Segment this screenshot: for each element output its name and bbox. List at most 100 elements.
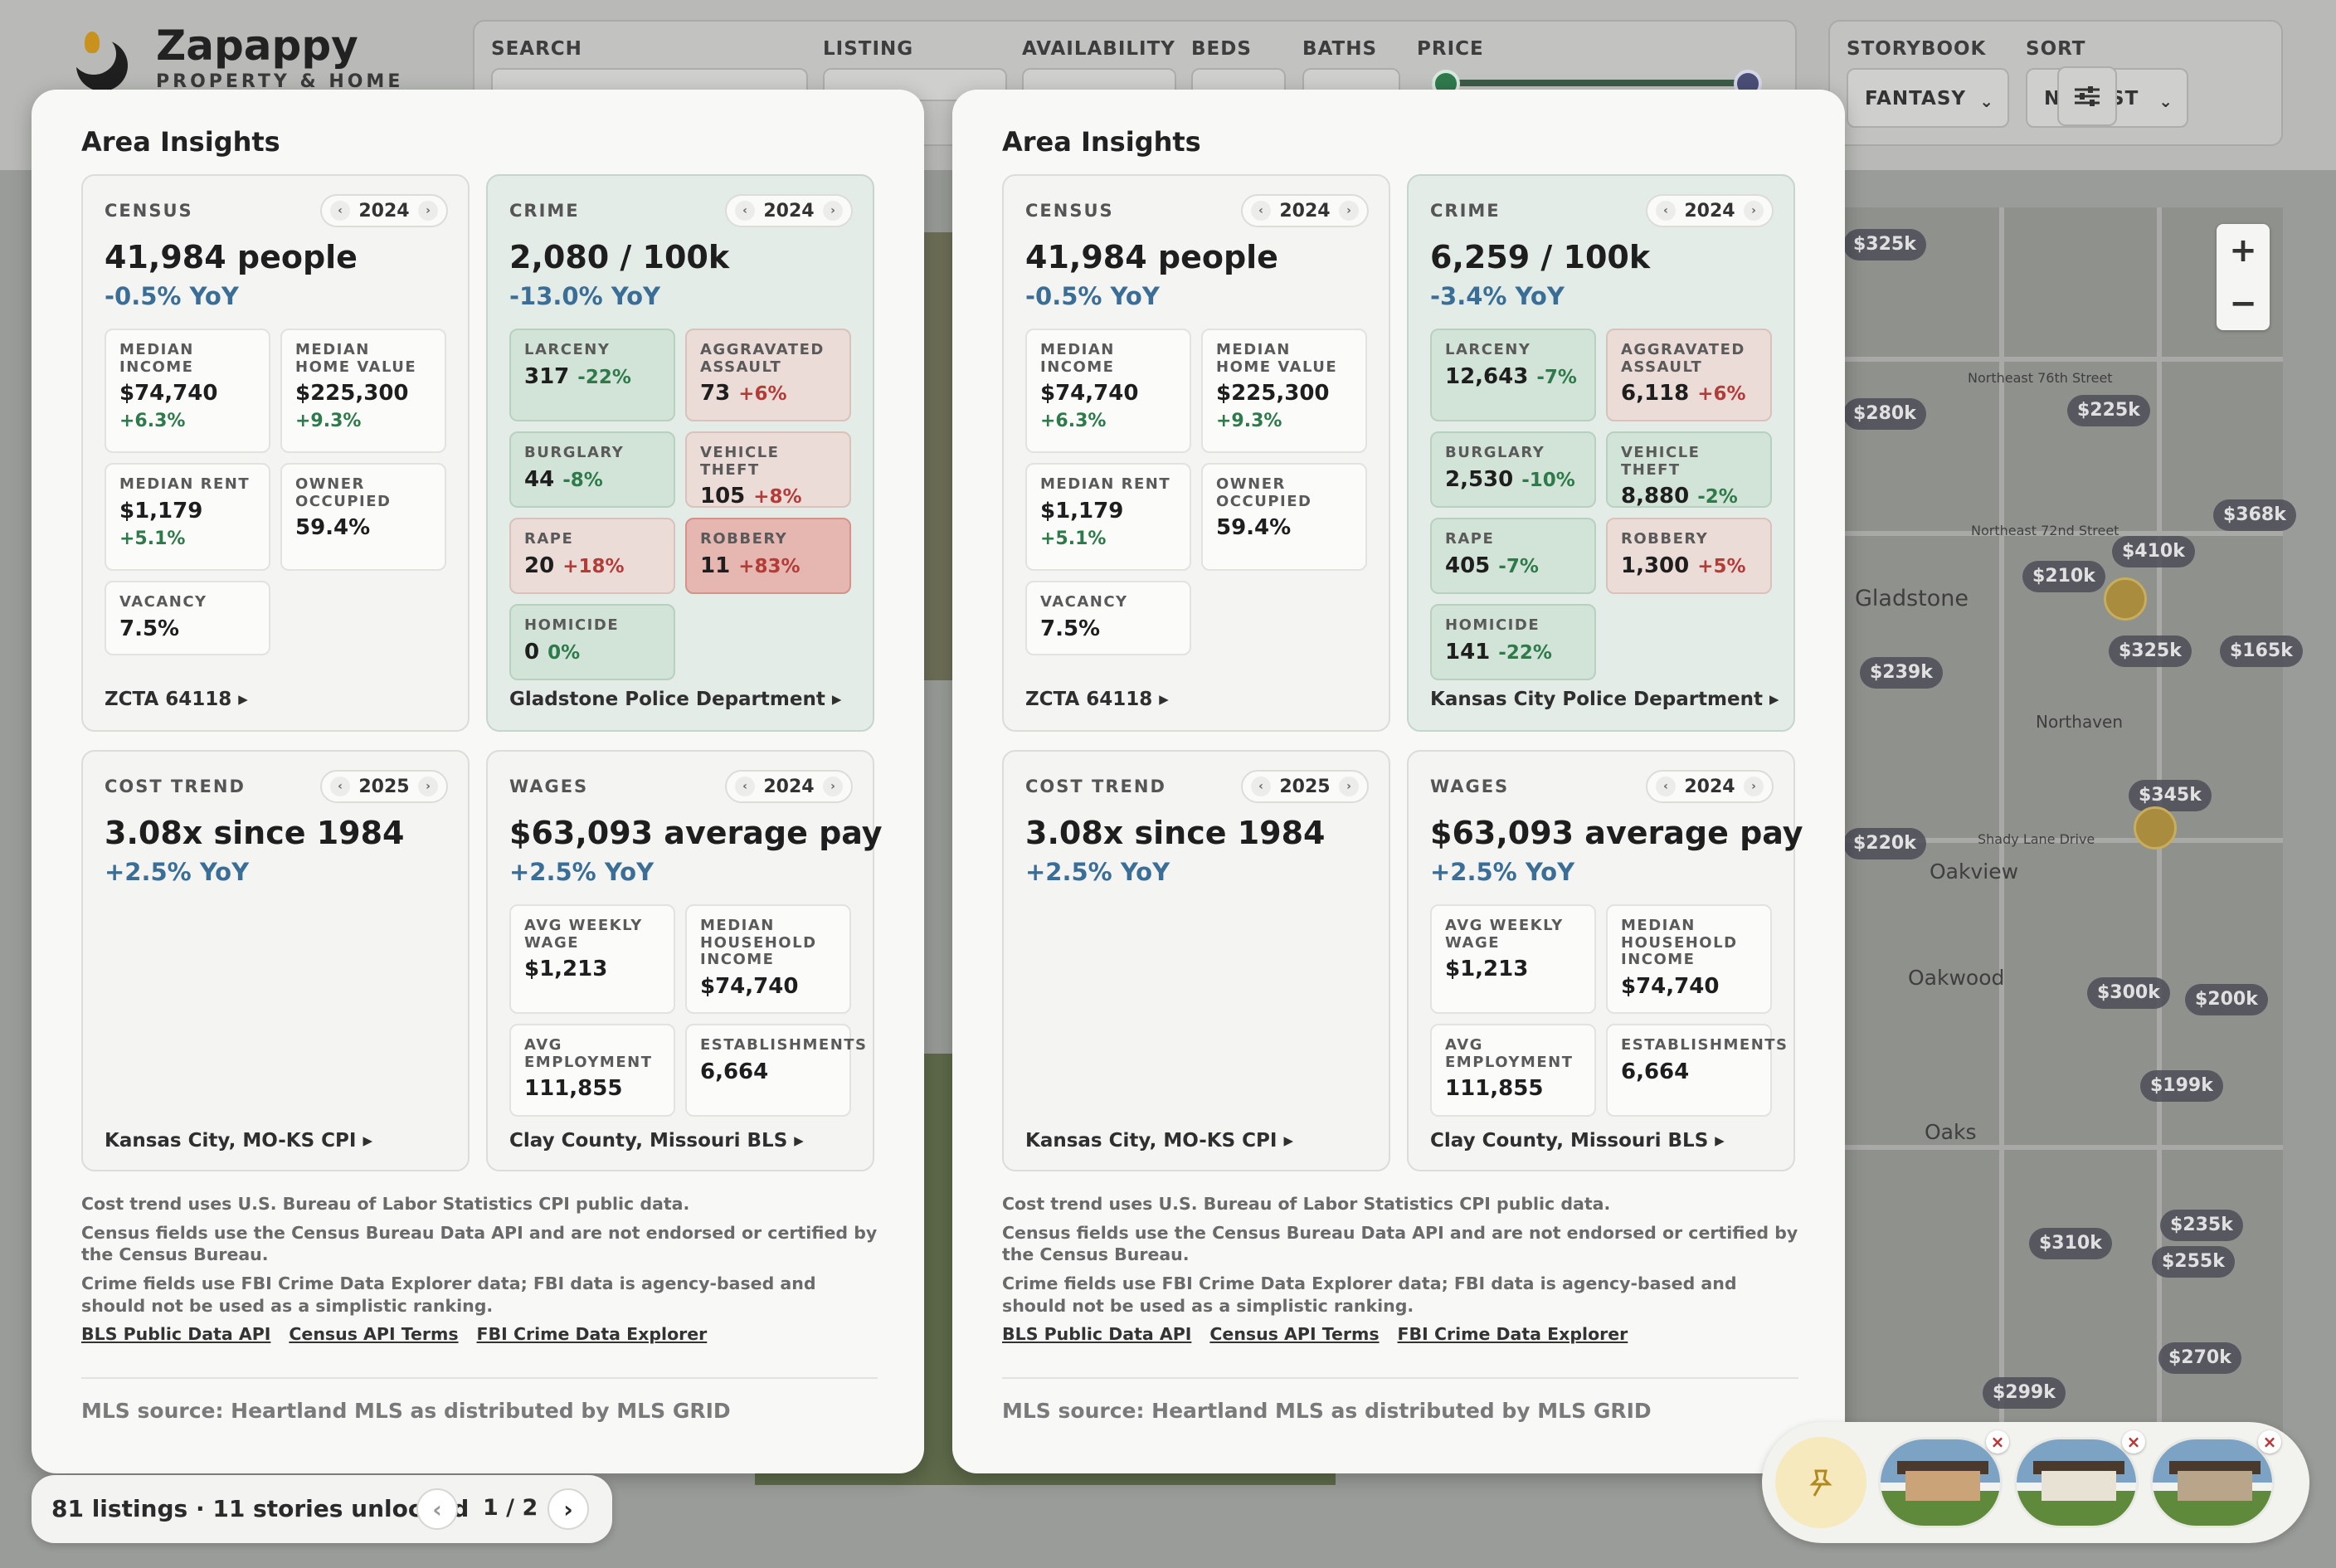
chevron-left-icon[interactable]: ‹ bbox=[1656, 777, 1676, 796]
tile-label: AGGRAVATED ASSAULT bbox=[700, 341, 825, 376]
crime-tile: LARCENY 317 -22% bbox=[509, 329, 675, 421]
map-price-marker[interactable]: $199k bbox=[2140, 1070, 2223, 1102]
census-source-link[interactable]: ZCTA 64118 ▸ bbox=[1025, 689, 1169, 710]
data-links: BLS Public Data API Census API Terms FBI… bbox=[1002, 1324, 1628, 1344]
tile-value-number: 0 bbox=[524, 639, 540, 665]
year-selector[interactable]: ‹ 2024 › bbox=[725, 770, 853, 803]
bls-link[interactable]: BLS Public Data API bbox=[81, 1324, 270, 1344]
close-icon[interactable]: × bbox=[2122, 1430, 2145, 1454]
chevron-right-icon[interactable]: › bbox=[1338, 777, 1359, 796]
map-pin-icon[interactable] bbox=[2104, 577, 2147, 621]
crime-headline: 2,080 / 100k bbox=[509, 239, 730, 275]
cost-trend-source-link[interactable]: Kansas City, MO-KS CPI ▸ bbox=[1025, 1130, 1293, 1152]
tile-value: 12,643 -7% bbox=[1445, 364, 1581, 389]
chevron-right-icon[interactable]: › bbox=[1338, 201, 1359, 221]
crime-source-link[interactable]: Kansas City Police Department ▸ bbox=[1430, 689, 1779, 710]
year-selector[interactable]: ‹ 2024 › bbox=[1241, 194, 1369, 227]
map-price-marker[interactable]: $345k bbox=[2129, 780, 2212, 811]
map-price-marker[interactable]: $299k bbox=[1983, 1377, 2066, 1409]
map-price-marker[interactable]: $165k bbox=[2220, 635, 2303, 667]
map-price-marker[interactable]: $255k bbox=[2152, 1246, 2235, 1278]
year-value: 2025 bbox=[1279, 776, 1331, 797]
chevron-left-icon[interactable]: ‹ bbox=[735, 201, 755, 221]
zoom-out-icon[interactable]: − bbox=[2217, 277, 2270, 330]
storybook-select[interactable]: FANTASY ⌄ bbox=[1847, 68, 2009, 128]
map-price-marker[interactable]: $310k bbox=[2029, 1228, 2112, 1259]
map-price-marker[interactable]: $200k bbox=[2185, 984, 2268, 1015]
close-icon[interactable]: × bbox=[2258, 1430, 2281, 1454]
cost-trend-source-link[interactable]: Kansas City, MO-KS CPI ▸ bbox=[105, 1130, 372, 1152]
price-slider[interactable] bbox=[1432, 80, 1750, 86]
chevron-right-icon[interactable]: › bbox=[822, 201, 843, 221]
chevron-right-icon[interactable]: › bbox=[1743, 201, 1764, 221]
chevron-left-icon[interactable]: ‹ bbox=[330, 777, 350, 796]
map-price-marker[interactable]: $280k bbox=[1843, 398, 1926, 430]
zoom-in-icon[interactable]: + bbox=[2217, 224, 2270, 277]
map-price-marker[interactable]: $239k bbox=[1860, 657, 1943, 689]
pin-button[interactable] bbox=[1775, 1437, 1866, 1528]
chevron-left-icon[interactable]: ‹ bbox=[1656, 201, 1676, 221]
tile-change: +5.1% bbox=[1040, 528, 1107, 549]
census-tile: MEDIAN INCOME $74,740 +6.3% bbox=[105, 329, 270, 453]
census-yoy: -0.5% YoY bbox=[105, 282, 239, 310]
tile-value: $225,300 bbox=[1216, 381, 1330, 407]
bls-link[interactable]: BLS Public Data API bbox=[1002, 1324, 1191, 1344]
saved-homes-tray: × × × bbox=[1762, 1422, 2309, 1543]
tile-value-number: 73 bbox=[700, 381, 731, 407]
map-price-marker[interactable]: $220k bbox=[1843, 828, 1926, 859]
crime-source-link[interactable]: Gladstone Police Department ▸ bbox=[509, 689, 841, 710]
map-price-marker[interactable]: $325k bbox=[2109, 635, 2192, 667]
year-selector[interactable]: ‹ 2024 › bbox=[320, 194, 448, 227]
wages-source-link[interactable]: Clay County, Missouri BLS ▸ bbox=[1430, 1130, 1725, 1152]
map-price-marker[interactable]: $270k bbox=[2158, 1342, 2241, 1374]
saved-home-thumbnail[interactable] bbox=[1878, 1437, 2003, 1528]
year-selector[interactable]: ‹ 2024 › bbox=[1646, 770, 1774, 803]
saved-home-thumbnail[interactable] bbox=[2150, 1437, 2275, 1528]
year-selector[interactable]: ‹ 2025 › bbox=[1241, 770, 1369, 803]
wages-yoy: +2.5% YoY bbox=[509, 858, 655, 886]
map-price-marker[interactable]: $368k bbox=[2213, 499, 2296, 531]
tile-value: 59.4% bbox=[1216, 515, 1292, 541]
chevron-right-icon[interactable]: › bbox=[1743, 777, 1764, 796]
app-logo[interactable]: Zapappy PROPERTY & HOME bbox=[71, 25, 403, 92]
chevron-left-icon[interactable]: ‹ bbox=[1251, 201, 1271, 221]
tile-value: 20 +18% bbox=[524, 553, 660, 578]
map-price-marker[interactable]: $225k bbox=[2067, 395, 2150, 426]
year-selector[interactable]: ‹ 2024 › bbox=[1646, 194, 1774, 227]
tile-label: AGGRAVATED ASSAULT bbox=[1621, 341, 1745, 376]
tile-value-number: 12,643 bbox=[1445, 363, 1529, 389]
fbi-link[interactable]: FBI Crime Data Explorer bbox=[477, 1324, 708, 1344]
tile-value: 59.4% bbox=[295, 515, 371, 541]
map-price-marker[interactable]: $410k bbox=[2112, 536, 2195, 567]
chevron-right-icon[interactable]: › bbox=[417, 201, 438, 221]
chevron-left-icon[interactable]: ‹ bbox=[1251, 777, 1271, 796]
map-price-marker[interactable]: $235k bbox=[2160, 1210, 2243, 1241]
year-selector[interactable]: ‹ 2025 › bbox=[320, 770, 448, 803]
year-value: 2024 bbox=[1279, 200, 1331, 222]
filter-settings-button[interactable] bbox=[2057, 66, 2117, 126]
wages-source-link[interactable]: Clay County, Missouri BLS ▸ bbox=[509, 1130, 804, 1152]
census-terms-link[interactable]: Census API Terms bbox=[1209, 1324, 1379, 1344]
tile-change: +6.3% bbox=[119, 411, 186, 432]
year-selector[interactable]: ‹ 2024 › bbox=[725, 194, 853, 227]
close-icon[interactable]: × bbox=[1986, 1430, 2009, 1454]
map-price-marker[interactable]: $300k bbox=[2087, 977, 2170, 1009]
saved-home-thumbnail[interactable] bbox=[2014, 1437, 2139, 1528]
data-notes: Cost trend uses U.S. Bureau of Labor Sta… bbox=[1002, 1193, 1798, 1323]
census-tile: MEDIAN HOME VALUE $225,300 +9.3% bbox=[280, 329, 446, 453]
map-pin-icon[interactable] bbox=[2134, 806, 2177, 850]
tile-value: 105 +8% bbox=[700, 484, 836, 509]
chevron-left-icon[interactable]: ‹ bbox=[735, 777, 755, 796]
next-page-button[interactable]: › bbox=[548, 1488, 589, 1530]
census-source-link[interactable]: ZCTA 64118 ▸ bbox=[105, 689, 248, 710]
fbi-link[interactable]: FBI Crime Data Explorer bbox=[1398, 1324, 1628, 1344]
chevron-right-icon[interactable]: › bbox=[822, 777, 843, 796]
crime-label: CRIME bbox=[1430, 201, 1501, 221]
prev-page-button[interactable]: ‹ bbox=[416, 1488, 458, 1530]
map-price-marker[interactable]: $210k bbox=[2022, 561, 2105, 592]
chevron-right-icon[interactable]: › bbox=[417, 777, 438, 796]
census-terms-link[interactable]: Census API Terms bbox=[289, 1324, 458, 1344]
chevron-left-icon[interactable]: ‹ bbox=[330, 201, 350, 221]
map-price-marker[interactable]: $325k bbox=[1843, 229, 1926, 261]
tile-label: HOMICIDE bbox=[1445, 616, 1540, 634]
